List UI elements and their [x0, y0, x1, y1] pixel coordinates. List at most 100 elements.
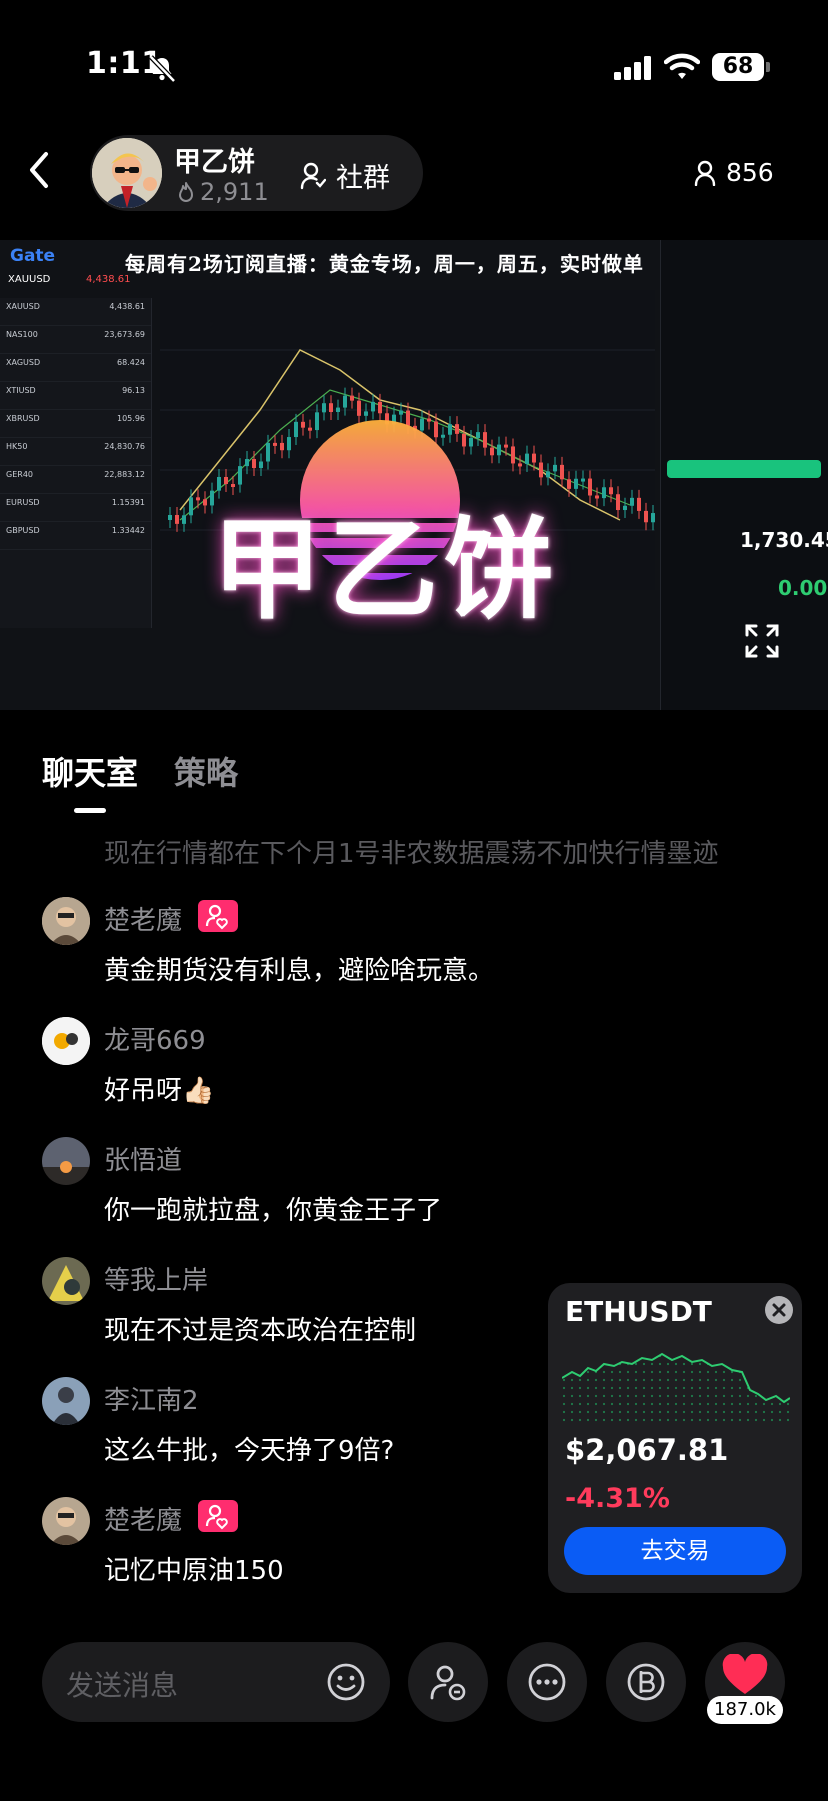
candle-body — [651, 513, 655, 523]
order-panel — [660, 240, 828, 710]
host-likes-count: 2,911 — [200, 178, 269, 206]
flame-icon — [179, 182, 193, 202]
candle-body — [189, 497, 193, 516]
avatar[interactable] — [42, 1377, 90, 1425]
bell-muted-icon — [149, 55, 176, 83]
candle-body — [518, 463, 522, 467]
watchlist-row: GBPUSD 1.33442 — [0, 522, 151, 550]
tab-chat-room[interactable]: 聊天室 — [42, 748, 138, 794]
person-icon — [694, 160, 716, 186]
candle-body — [182, 515, 186, 524]
watchlist-row: GER40 22,883.12 — [0, 466, 151, 494]
candle-body — [623, 505, 627, 511]
candle-body — [273, 442, 277, 446]
candle-body — [511, 446, 515, 464]
candle-body — [595, 495, 599, 499]
candle-body — [245, 459, 249, 467]
fan-badge-icon — [198, 1500, 238, 1532]
candle-body — [630, 497, 634, 506]
message-text: 记忆中原油150 — [104, 1556, 284, 1586]
message-input-placeholder: 发送消息 — [66, 1669, 179, 1702]
video-banner: 每周有2场订阅直播：黄金专场，周一，周五，实时做单 — [125, 252, 644, 276]
trade-button[interactable]: 去交易 — [564, 1527, 786, 1575]
candle-body — [203, 499, 207, 506]
viewer-count-number: 856 — [726, 158, 774, 187]
message-author: 张悟道 — [104, 1146, 183, 1176]
community-label: 社群 — [336, 163, 390, 194]
fan-badge-icon — [198, 900, 238, 932]
candle-body — [175, 515, 179, 524]
coin-b-icon — [627, 1663, 665, 1701]
like-count: 187.0k — [707, 1696, 783, 1724]
candle-body — [581, 478, 585, 482]
video-side-price: 1,730.45 — [740, 528, 828, 552]
candle-body — [532, 453, 536, 463]
tab-strategy[interactable]: 策略 — [174, 748, 238, 794]
battery-nub — [766, 62, 770, 72]
candle-body — [567, 479, 571, 489]
message-text: 这么牛批，今天挣了9倍? — [104, 1436, 395, 1466]
candle-body — [644, 510, 648, 523]
host-avatar[interactable] — [92, 138, 162, 208]
buy-bar — [667, 460, 821, 478]
community-person-icon — [300, 162, 326, 189]
candle-body — [343, 395, 347, 408]
candle-body — [602, 487, 606, 499]
guest-connect-button[interactable] — [408, 1642, 488, 1722]
avatar[interactable] — [42, 1257, 90, 1305]
cellular-signal-icon — [614, 56, 651, 80]
candle-body — [588, 478, 592, 496]
watchlist-row: XAUUSD 4,438.61 — [0, 298, 151, 326]
host-likes: 2,911 — [176, 178, 269, 206]
faded-message: 现在行情都在下个月1号非农数据震荡不加快行情墨迹 — [104, 839, 719, 869]
message-text: 现在不过是资本政治在控制 — [104, 1316, 417, 1346]
watchlist-row: XBRUSD 105.96 — [0, 410, 151, 438]
community-button[interactable]: 社群 — [300, 156, 390, 195]
candle-body — [616, 494, 620, 511]
message-author: 楚老魔 — [104, 906, 183, 936]
avatar[interactable] — [42, 1137, 90, 1185]
heart-icon — [722, 1654, 768, 1694]
candle-body — [280, 442, 284, 451]
more-dots-icon — [528, 1663, 566, 1701]
candle-body — [196, 497, 200, 501]
battery-level: 68 — [712, 53, 764, 81]
emoji-icon[interactable] — [326, 1662, 366, 1702]
ticker-symbol: ETHUSDT — [565, 1295, 712, 1328]
candle-body — [553, 464, 557, 472]
avatar[interactable] — [42, 1017, 90, 1065]
host-name: 甲乙饼 — [174, 147, 255, 178]
watchlist-row: HK50 24,830.76 — [0, 438, 151, 466]
candle-body — [350, 395, 354, 401]
candle-body — [168, 515, 172, 520]
watchlist-row: NAS100 23,673.69 — [0, 326, 151, 354]
person-badge-icon — [430, 1665, 466, 1701]
fullscreen-icon[interactable] — [745, 624, 779, 658]
ticker-price: $2,067.81 — [565, 1433, 729, 1467]
candle-body — [490, 447, 494, 456]
watchlist-row: XTIUSD 96.13 — [0, 382, 151, 410]
candle-body — [497, 444, 501, 456]
candle-body — [252, 459, 256, 469]
candle-body — [476, 432, 480, 439]
wifi-icon — [664, 53, 700, 79]
viewer-count[interactable]: 856 — [694, 158, 774, 187]
coin-button[interactable] — [606, 1642, 686, 1722]
candle-body — [546, 471, 550, 478]
message-text: 黄金期货没有利息，避险啥玩意。 — [104, 956, 495, 986]
close-icon[interactable] — [765, 1296, 793, 1324]
avatar[interactable] — [42, 897, 90, 945]
more-button[interactable] — [507, 1642, 587, 1722]
message-text: 你一跑就拉盘，你黄金王子了 — [104, 1196, 443, 1226]
back-chevron-icon[interactable] — [24, 150, 54, 190]
message-author: 龙哥669 — [104, 1026, 206, 1056]
watchlist-panel: XAUUSD 4,438.61 NAS100 23,673.69 XAGUSD 68.… — [0, 298, 152, 628]
avatar[interactable] — [42, 1497, 90, 1545]
video-symbol-price: 4,438.61 — [86, 274, 131, 285]
watchlist-row: EURUSD 1.15391 — [0, 494, 151, 522]
video-side-change: 0.00 — [778, 576, 828, 600]
live-video[interactable]: Gate 每周有2场订阅直播：黄金专场，周一，周五，实时做单 XAUUSD 4,… — [0, 240, 828, 710]
candle-body — [560, 464, 564, 480]
candle-body — [637, 497, 641, 511]
message-author: 李江南2 — [104, 1386, 199, 1416]
